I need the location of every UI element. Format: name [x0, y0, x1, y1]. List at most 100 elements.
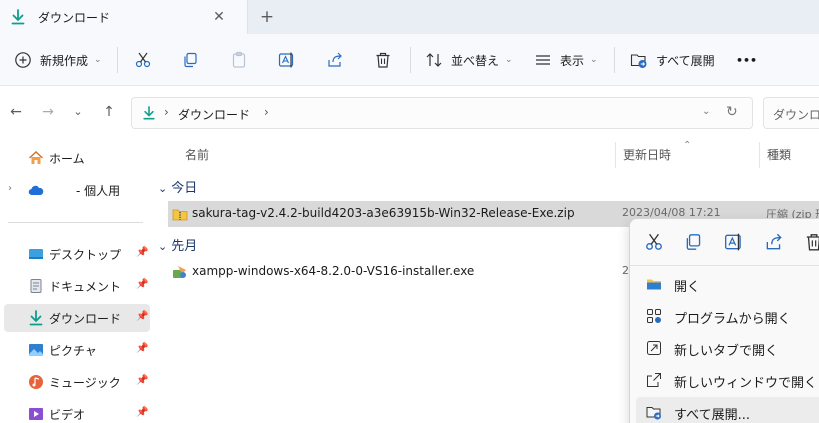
- trash-icon: [376, 52, 390, 68]
- menu-item-label: すべて展開...: [674, 408, 750, 423]
- more-icon: •••: [736, 53, 758, 67]
- tab-label: ダウンロード: [38, 11, 111, 25]
- open-with-icon: [647, 309, 661, 323]
- column-header-date[interactable]: 更新日時: [623, 146, 671, 163]
- pin-icon[interactable]: 📌: [136, 343, 148, 355]
- extract-folder-icon: [646, 407, 661, 420]
- sidebar-item-documents[interactable]: ドキュメント 📌: [4, 272, 150, 300]
- column-header-name[interactable]: 名前: [185, 146, 209, 163]
- sidebar-item-label: ピクチャ: [49, 344, 97, 358]
- sidebar-item-music[interactable]: ミュージック 📌: [4, 368, 150, 396]
- menu-item-open[interactable]: 開く: [636, 269, 819, 299]
- close-tab-button[interactable]: ✕: [208, 6, 230, 28]
- extract-folder-icon: [630, 54, 647, 68]
- search-box[interactable]: ダウンロード: [763, 97, 819, 129]
- sort-icon: [426, 53, 442, 67]
- column-header-type[interactable]: 種類: [767, 146, 791, 163]
- rename-icon: [278, 52, 294, 68]
- clipboard-icon: [232, 51, 246, 68]
- list-view-icon: [536, 55, 550, 65]
- forward-button[interactable]: →: [38, 102, 58, 122]
- more-options-button[interactable]: •••: [736, 46, 757, 74]
- rename-button[interactable]: [278, 46, 296, 74]
- download-icon: [143, 106, 155, 120]
- chevron-down-icon[interactable]: ⌄: [702, 106, 710, 117]
- column-divider[interactable]: [615, 142, 616, 168]
- toolbar-divider: [117, 47, 118, 73]
- sidebar-item-home[interactable]: ホーム: [4, 144, 150, 172]
- navigation-pane: ホーム › - 個人用 デスクトップ 📌 ドキュメント 📌 ダウンロード 📌 ピ…: [0, 138, 152, 423]
- chevron-down-icon: ⌄: [94, 55, 102, 65]
- rename-icon[interactable]: [724, 232, 744, 252]
- sidebar-item-label: ホーム: [49, 152, 85, 166]
- pin-icon[interactable]: 📌: [136, 247, 148, 259]
- sidebar-divider: [8, 222, 143, 223]
- document-icon: [30, 279, 42, 293]
- group-header-last-month[interactable]: ⌄ 先月: [158, 235, 197, 254]
- view-button[interactable]: 表示 ⌄: [534, 46, 598, 74]
- new-tab-button[interactable]: +: [256, 6, 278, 28]
- pin-icon[interactable]: 📌: [136, 407, 148, 419]
- extract-all-button[interactable]: すべて展開: [630, 46, 715, 74]
- new-window-icon: [647, 373, 661, 387]
- sidebar-item-label: ビデオ: [49, 408, 86, 422]
- copy-button[interactable]: [182, 46, 200, 74]
- chevron-right-icon[interactable]: ›: [8, 183, 12, 194]
- new-tab-icon: [647, 341, 661, 355]
- sidebar-item-label: ミュージック: [49, 376, 121, 390]
- sidebar-item-downloads[interactable]: ダウンロード 📌: [4, 304, 150, 332]
- menu-item-open-new-window[interactable]: 新しいウィンドウで開く: [636, 365, 819, 395]
- pin-icon[interactable]: 📌: [136, 279, 148, 291]
- tab-downloads[interactable]: ダウンロード ✕: [0, 0, 248, 34]
- group-header-today[interactable]: ⌄ 今日: [158, 177, 197, 196]
- sidebar-item-onedrive[interactable]: › - 個人用: [4, 176, 150, 204]
- back-button[interactable]: ←: [6, 102, 26, 122]
- context-menu-toolbar: [630, 219, 819, 265]
- sort-indicator-icon: ⌃: [683, 140, 692, 151]
- pin-icon[interactable]: 📌: [136, 375, 148, 387]
- cloud-icon: [28, 185, 44, 196]
- view-button-label: 表示: [560, 53, 585, 68]
- home-icon: [29, 151, 43, 164]
- sort-button-label: 並べ替え: [451, 53, 500, 68]
- cut-button[interactable]: [134, 46, 152, 74]
- chevron-down-icon: ⌄: [590, 55, 598, 65]
- download-icon: [29, 310, 43, 326]
- refresh-icon[interactable]: ↻: [726, 104, 738, 120]
- sidebar-item-desktop[interactable]: デスクトップ 📌: [4, 240, 150, 268]
- recent-locations-button[interactable]: ⌄: [68, 102, 88, 122]
- scissors-icon: [135, 52, 151, 68]
- share-icon[interactable]: [764, 232, 784, 252]
- breadcrumb-downloads[interactable]: ダウンロード: [178, 106, 250, 123]
- sidebar-item-pictures[interactable]: ピクチャ 📌: [4, 336, 150, 364]
- pin-icon[interactable]: 📌: [136, 311, 148, 323]
- sidebar-item-label: - 個人用: [76, 184, 121, 198]
- address-bar[interactable]: › ダウンロード › ⌄ ↻: [131, 97, 753, 129]
- paste-button[interactable]: [230, 46, 248, 74]
- copy-icon: [184, 52, 197, 68]
- trash-icon[interactable]: [804, 232, 819, 252]
- download-icon: [11, 9, 25, 25]
- sidebar-item-videos[interactable]: ビデオ 📌: [4, 400, 150, 423]
- sort-button[interactable]: 並べ替え ⌄: [425, 46, 513, 74]
- plus-circle-icon: [15, 52, 31, 68]
- new-button[interactable]: 新規作成 ⌄: [14, 46, 102, 74]
- menu-item-label: 新しいタブで開く: [674, 344, 779, 359]
- share-button[interactable]: [326, 46, 344, 74]
- menu-item-extract-all[interactable]: すべて展開...: [636, 397, 819, 423]
- group-label: 先月: [171, 239, 198, 254]
- column-divider[interactable]: [759, 142, 760, 168]
- desktop-icon: [29, 249, 43, 259]
- file-name: sakura-tag-v2.4.2-build4203-a3e63915b-Wi…: [192, 206, 575, 220]
- menu-item-label: プログラムから開く: [674, 312, 791, 327]
- breadcrumb-chevron-icon[interactable]: ›: [264, 105, 269, 119]
- delete-button[interactable]: [374, 46, 392, 74]
- chevron-down-icon: ⌄: [158, 240, 168, 253]
- copy-icon[interactable]: [684, 232, 704, 252]
- breadcrumb-chevron-icon[interactable]: ›: [164, 105, 169, 119]
- up-button[interactable]: ↑: [99, 102, 119, 122]
- menu-item-open-new-tab[interactable]: 新しいタブで開く: [636, 333, 819, 363]
- scissors-icon[interactable]: [644, 232, 664, 252]
- menu-item-open-with[interactable]: プログラムから開く: [636, 301, 819, 331]
- video-icon: [29, 408, 43, 420]
